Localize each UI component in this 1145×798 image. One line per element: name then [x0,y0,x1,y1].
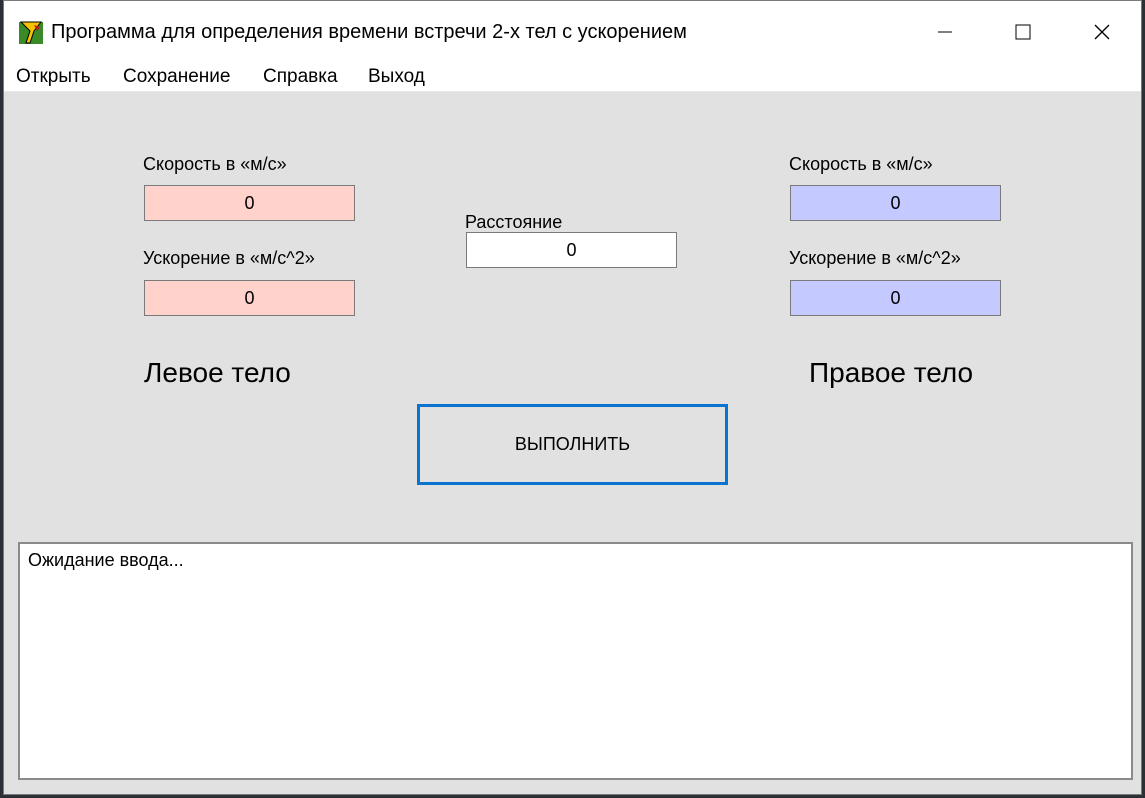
close-button[interactable] [1067,7,1137,57]
minimize-icon [938,31,952,33]
run-button[interactable]: ВЫПОЛНИТЬ [417,404,728,485]
menu-help[interactable]: Справка [263,66,338,88]
form-area: Скорость в «м/с» 0 Ускорение в «м/с^2» 0… [4,92,1141,796]
output-text: Ожидание ввода... [28,550,184,570]
left-speed-input[interactable]: 0 [144,185,355,221]
left-accel-label: Ускорение в «м/с^2» [143,248,315,268]
menu-save[interactable]: Сохранение [123,66,230,88]
distance-input[interactable]: 0 [466,232,677,268]
distance-label: Расстояние [465,212,563,232]
app-window: Программа для определения времени встреч… [3,0,1142,795]
left-speed-label: Скорость в «м/с» [143,154,287,174]
right-body-title: Правое тело [809,357,974,388]
right-accel-input[interactable]: 0 [790,280,1001,316]
maximize-button[interactable] [988,7,1058,57]
minimize-button[interactable] [910,7,980,57]
window-title: Программа для определения времени встреч… [51,21,687,43]
output-textarea[interactable]: Ожидание ввода... [18,542,1133,780]
app-icon [19,21,43,44]
title-bar[interactable]: Программа для определения времени встреч… [4,1,1141,61]
maximize-icon [1015,24,1031,40]
right-speed-label: Скорость в «м/с» [789,154,933,174]
close-icon [1094,24,1110,40]
right-speed-input[interactable]: 0 [790,185,1001,221]
left-accel-input[interactable]: 0 [144,280,355,316]
right-accel-label: Ускорение в «м/с^2» [789,248,961,268]
menu-bar: Открыть Сохранение Справка Выход [4,61,1141,92]
left-body-title: Левое тело [144,357,291,388]
menu-open[interactable]: Открыть [16,66,91,88]
menu-exit[interactable]: Выход [368,66,425,88]
